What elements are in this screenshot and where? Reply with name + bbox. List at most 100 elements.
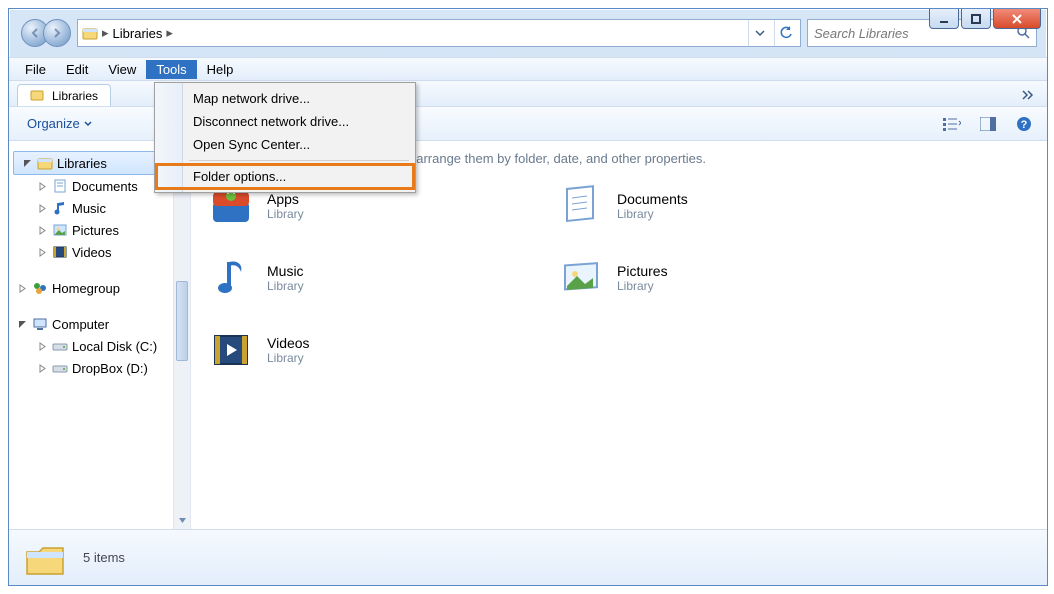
menu-view[interactable]: View xyxy=(98,60,146,79)
expand-icon[interactable] xyxy=(37,225,48,236)
tree-computer[interactable]: Computer xyxy=(9,313,190,335)
menu-folder-options[interactable]: Folder options... xyxy=(157,165,413,188)
tree-music[interactable]: Music xyxy=(9,197,190,219)
collapse-icon[interactable] xyxy=(22,158,33,169)
tree-dropbox-d[interactable]: DropBox (D:) xyxy=(9,357,190,379)
expand-icon[interactable] xyxy=(37,247,48,258)
tree-label: Local Disk (C:) xyxy=(72,339,157,354)
expand-icon[interactable] xyxy=(37,203,48,214)
content-pane: Open a library to see your files and arr… xyxy=(191,141,1047,529)
tab-overflow-button[interactable] xyxy=(1017,84,1039,106)
tab-libraries[interactable]: Libraries xyxy=(17,84,111,106)
expand-icon[interactable] xyxy=(37,181,48,192)
nav-tree: Libraries Documents Music Pictures Video xyxy=(9,141,191,529)
tree-homegroup[interactable]: Homegroup xyxy=(9,277,190,299)
close-button[interactable] xyxy=(993,9,1041,29)
homegroup-icon xyxy=(32,280,48,296)
tools-dropdown: Map network drive... Disconnect network … xyxy=(154,82,416,193)
nav-forward-button[interactable] xyxy=(43,19,71,47)
tree-label: Computer xyxy=(52,317,109,332)
chevron-down-icon xyxy=(755,28,765,38)
breadcrumb-separator-icon: ▸ xyxy=(166,25,173,41)
drive-icon xyxy=(52,360,68,376)
menu-open-sync-center[interactable]: Open Sync Center... xyxy=(157,133,413,156)
tree-label: Pictures xyxy=(72,223,119,238)
menubar: File Edit View Tools Help Map network dr… xyxy=(9,57,1047,81)
preview-pane-icon xyxy=(980,117,996,131)
tree-pictures[interactable]: Pictures xyxy=(9,219,190,241)
library-sublabel: Library xyxy=(617,207,688,221)
breadcrumb-libraries[interactable]: Libraries xyxy=(113,26,163,41)
music-icon xyxy=(52,200,68,216)
main-split: Libraries Documents Music Pictures Video xyxy=(9,141,1047,529)
library-name: Videos xyxy=(267,335,310,351)
library-sublabel: Library xyxy=(267,279,304,293)
arrow-left-icon xyxy=(29,27,41,39)
collapse-icon[interactable] xyxy=(17,319,28,330)
view-options-icon xyxy=(943,117,961,131)
library-sublabel: Library xyxy=(267,207,304,221)
tree-local-disk-c[interactable]: Local Disk (C:) xyxy=(9,335,190,357)
status-bar: 5 items xyxy=(9,529,1047,585)
chevrons-right-icon xyxy=(1022,90,1034,100)
organize-label: Organize xyxy=(27,116,80,131)
music-icon xyxy=(207,254,255,302)
tree-label: Videos xyxy=(72,245,112,260)
menu-file[interactable]: File xyxy=(15,60,56,79)
library-name: Apps xyxy=(267,191,304,207)
maximize-button[interactable] xyxy=(961,9,991,29)
titlebar-controls xyxy=(927,9,1041,29)
library-name: Documents xyxy=(617,191,688,207)
tree-label: DropBox (D:) xyxy=(72,361,148,376)
preview-pane-button[interactable] xyxy=(975,113,1001,135)
menu-disconnect-network-drive[interactable]: Disconnect network drive... xyxy=(157,110,413,133)
libraries-icon xyxy=(37,155,53,171)
organize-button[interactable]: Organize xyxy=(19,112,100,135)
library-pictures[interactable]: Pictures Library xyxy=(557,254,907,302)
tree-label: Libraries xyxy=(57,156,107,171)
status-count: 5 items xyxy=(83,550,125,565)
minimize-button[interactable] xyxy=(929,9,959,29)
menu-help[interactable]: Help xyxy=(197,60,244,79)
libraries-icon xyxy=(21,534,69,582)
scroll-down-button[interactable] xyxy=(174,512,190,529)
refresh-button[interactable] xyxy=(774,20,796,46)
svg-text:?: ? xyxy=(1021,119,1028,131)
menu-tools[interactable]: Tools xyxy=(146,60,196,79)
expand-icon[interactable] xyxy=(37,341,48,352)
scroll-thumb[interactable] xyxy=(176,281,188,361)
view-options-button[interactable] xyxy=(939,113,965,135)
tree-label: Homegroup xyxy=(52,281,120,296)
tab-label: Libraries xyxy=(52,89,98,103)
expand-icon[interactable] xyxy=(37,363,48,374)
tree-label: Documents xyxy=(72,179,138,194)
help-icon: ? xyxy=(1016,116,1032,132)
documents-icon xyxy=(557,182,605,230)
arrow-right-icon xyxy=(51,27,63,39)
help-button[interactable]: ? xyxy=(1011,113,1037,135)
menu-map-network-drive[interactable]: Map network drive... xyxy=(157,87,413,110)
pictures-icon xyxy=(52,222,68,238)
expand-icon[interactable] xyxy=(17,283,28,294)
videos-icon xyxy=(207,326,255,374)
drive-icon xyxy=(52,338,68,354)
computer-icon xyxy=(32,316,48,332)
tree-scrollbar[interactable] xyxy=(173,141,190,529)
documents-icon xyxy=(52,178,68,194)
library-documents[interactable]: Documents Library xyxy=(557,182,907,230)
address-row: ▸ Libraries ▸ Search Libraries xyxy=(9,9,1047,57)
library-music[interactable]: Music Library xyxy=(207,254,557,302)
tree-videos[interactable]: Videos xyxy=(9,241,190,263)
chevron-down-icon xyxy=(84,120,92,128)
library-videos[interactable]: Videos Library xyxy=(207,326,557,374)
address-bar[interactable]: ▸ Libraries ▸ xyxy=(77,19,801,47)
search-placeholder: Search Libraries xyxy=(814,26,909,41)
refresh-icon xyxy=(779,26,793,40)
address-history-dropdown[interactable] xyxy=(748,20,770,46)
dropdown-separator xyxy=(189,160,409,161)
library-sublabel: Library xyxy=(267,351,310,365)
library-name: Pictures xyxy=(617,263,668,279)
breadcrumb-separator-icon: ▸ xyxy=(102,25,109,41)
tree-label: Music xyxy=(72,201,106,216)
menu-edit[interactable]: Edit xyxy=(56,60,98,79)
